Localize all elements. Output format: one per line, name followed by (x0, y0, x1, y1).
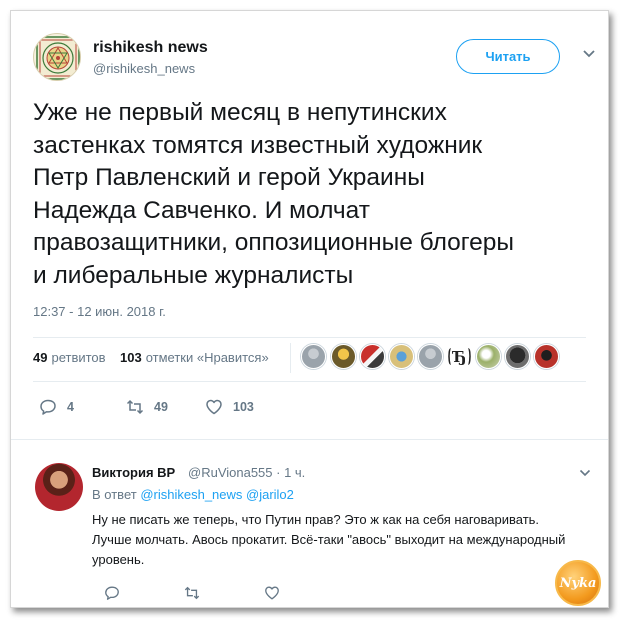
retweet-icon (184, 586, 200, 600)
liker-avatar[interactable] (476, 344, 501, 369)
reply-tweet[interactable]: Виктория ВР @RuViona555 · 1 ч. В ответ @… (11, 439, 608, 607)
reply-to-line: В ответ @rishikesh_news @jarilo2 (92, 487, 294, 502)
reply-count: 4 (67, 400, 74, 414)
svg-text:Ђ: Ђ (452, 348, 467, 366)
reply-action[interactable] (104, 581, 120, 605)
author-name[interactable]: rishikesh news (93, 39, 208, 57)
stats-separator (290, 343, 291, 373)
heart-icon (206, 399, 222, 415)
liker-logo-icon: Ђ (448, 347, 471, 366)
retweet-action[interactable]: 49 (126, 395, 168, 419)
liker-avatar[interactable] (331, 344, 356, 369)
divider (11, 439, 608, 440)
author-avatar[interactable] (33, 33, 81, 81)
reply-meta[interactable]: @RuViona555 · 1 ч. (188, 465, 305, 480)
liker-avatar[interactable] (389, 344, 414, 369)
rishikesh-yantra-logo (36, 36, 80, 80)
author-handle[interactable]: @rishikesh_news (93, 61, 195, 76)
liker-avatar[interactable] (301, 344, 326, 369)
likes-label: отметки «Нравится» (145, 350, 269, 365)
reply-actions (92, 581, 578, 601)
retweet-action[interactable] (184, 581, 200, 605)
reply-author-name[interactable]: Виктория ВР (92, 465, 175, 480)
tweet-stats: 49 ретвитов 103 отметки «Нравится» Ђ (33, 341, 586, 377)
like-action[interactable]: 103 (205, 395, 254, 419)
liker-avatar[interactable] (360, 344, 385, 369)
liker-avatar[interactable] (418, 344, 443, 369)
likes-count: 103 (120, 350, 142, 365)
likes-stat[interactable]: 103 отметки «Нравится» (120, 350, 269, 365)
tweet-timestamp[interactable]: 12:37 - 12 июн. 2018 г. (33, 304, 166, 319)
reply-to-prefix: В ответ (92, 487, 137, 502)
like-action[interactable] (264, 581, 280, 605)
caret-down-icon[interactable] (582, 49, 596, 59)
liker-avatar[interactable] (505, 344, 530, 369)
reply-action[interactable]: 4 (39, 395, 74, 419)
retweets-label: ретвитов (51, 350, 106, 365)
follow-button[interactable]: Читать (456, 39, 560, 74)
tweet-actions: 4 49 103 (33, 395, 586, 419)
reply-icon (105, 586, 119, 600)
tweet-card: rishikesh news @rishikesh_news Читать Уж… (10, 10, 609, 608)
retweets-stat[interactable]: 49 ретвитов (33, 350, 106, 365)
heart-icon (265, 586, 279, 600)
liker-avatar[interactable] (534, 344, 559, 369)
tweet-text: Уже не первый месяц в непутинских застен… (33, 99, 515, 289)
retweet-icon (126, 399, 144, 415)
divider (33, 337, 586, 338)
divider (33, 381, 586, 382)
reply-author-avatar[interactable] (35, 463, 83, 511)
reply-to-handles[interactable]: @rishikesh_news @jarilo2 (140, 487, 294, 502)
liker-avatar[interactable]: Ђ (447, 344, 472, 369)
retweets-count: 49 (33, 350, 48, 365)
retweet-count: 49 (154, 400, 168, 414)
reply-text: Ну не писать же теперь, что Путин прав? … (92, 512, 566, 567)
reply-icon (40, 399, 56, 415)
nyka-watermark-logo: Nyka (555, 560, 601, 606)
caret-down-icon[interactable] (579, 469, 591, 477)
tweet-header: rishikesh news @rishikesh_news Читать (33, 33, 595, 83)
like-count: 103 (233, 400, 254, 414)
